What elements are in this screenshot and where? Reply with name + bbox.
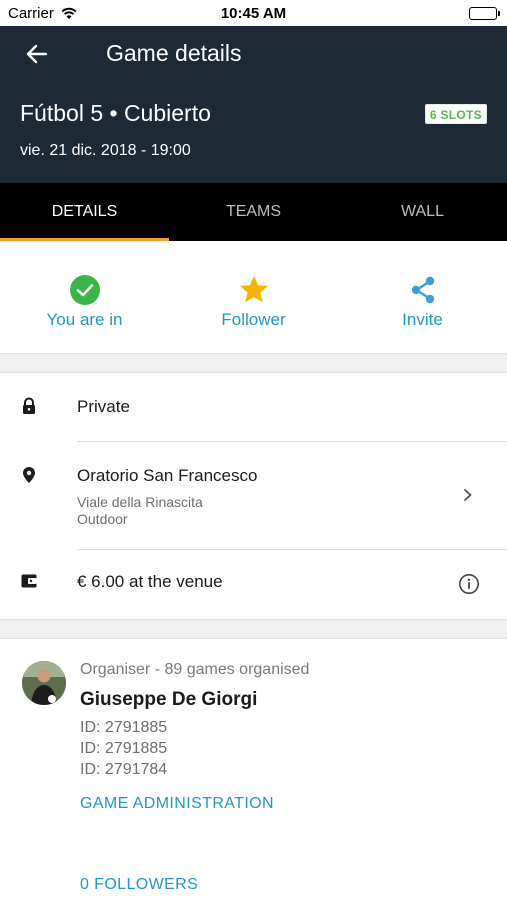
organiser-id: ID: 2791885 — [80, 719, 168, 736]
info-icon[interactable] — [458, 573, 480, 595]
status-bar: Carrier 10:45 AM — [0, 0, 507, 26]
game-title: Fútbol 5 • Cubierto — [20, 100, 211, 126]
battery-icon — [469, 7, 500, 20]
organiser-name: Giuseppe De Giorgi — [80, 689, 258, 710]
check-circle-icon — [69, 274, 101, 306]
game-header: Game details Fútbol 5 • Cubierto vie. 21… — [0, 26, 507, 183]
game-date: vie. 21 dic. 2018 - 19:00 — [20, 142, 191, 159]
tab-bar: DETAILS TEAMS WALL — [0, 183, 507, 241]
lock-icon — [23, 397, 35, 414]
venue-address: Viale della Rinascita — [77, 494, 203, 510]
venue-name: Oratorio San Francesco — [77, 466, 258, 485]
tab-details[interactable]: DETAILS — [0, 183, 169, 241]
section-divider — [0, 353, 507, 373]
clock: 10:45 AM — [220, 5, 287, 22]
follower-button[interactable]: Follower — [169, 241, 338, 353]
section-divider — [0, 619, 507, 639]
organiser-caption: Organiser - 89 games organised — [80, 661, 310, 678]
price-row: € 6.00 at the venue — [0, 550, 507, 619]
star-icon — [238, 274, 270, 306]
tab-teams[interactable]: TEAMS — [169, 183, 338, 241]
you-are-in-button[interactable]: You are in — [0, 241, 169, 353]
share-icon — [407, 274, 439, 306]
organiser-id: ID: 2791885 — [80, 740, 168, 757]
chevron-right-icon — [464, 489, 472, 501]
slots-badge: 6 SLOTS — [424, 104, 487, 124]
follower-label: Follower — [221, 310, 286, 329]
venue-row[interactable]: Oratorio San Francesco Viale della Rinas… — [0, 442, 507, 549]
price-label: € 6.00 at the venue — [77, 572, 223, 591]
invite-label: Invite — [402, 310, 443, 329]
privacy-label: Private — [77, 397, 130, 416]
followers-link[interactable]: 0 FOLLOWERS — [80, 876, 198, 894]
page-title: Game details — [106, 40, 242, 66]
organiser-id: ID: 2791784 — [80, 761, 168, 778]
game-administration-link[interactable]: GAME ADMINISTRATION — [80, 795, 274, 813]
invite-button[interactable]: Invite — [338, 241, 507, 353]
tab-wall[interactable]: WALL — [338, 183, 507, 241]
avatar[interactable] — [22, 661, 66, 705]
back-arrow-icon[interactable] — [24, 41, 50, 67]
wallet-icon — [21, 574, 37, 588]
venue-type: Outdoor — [77, 511, 128, 527]
privacy-row: Private — [0, 374, 507, 442]
location-pin-icon — [23, 467, 35, 483]
action-bar: You are in Follower Invite — [0, 241, 507, 353]
you-are-in-label: You are in — [46, 310, 123, 329]
